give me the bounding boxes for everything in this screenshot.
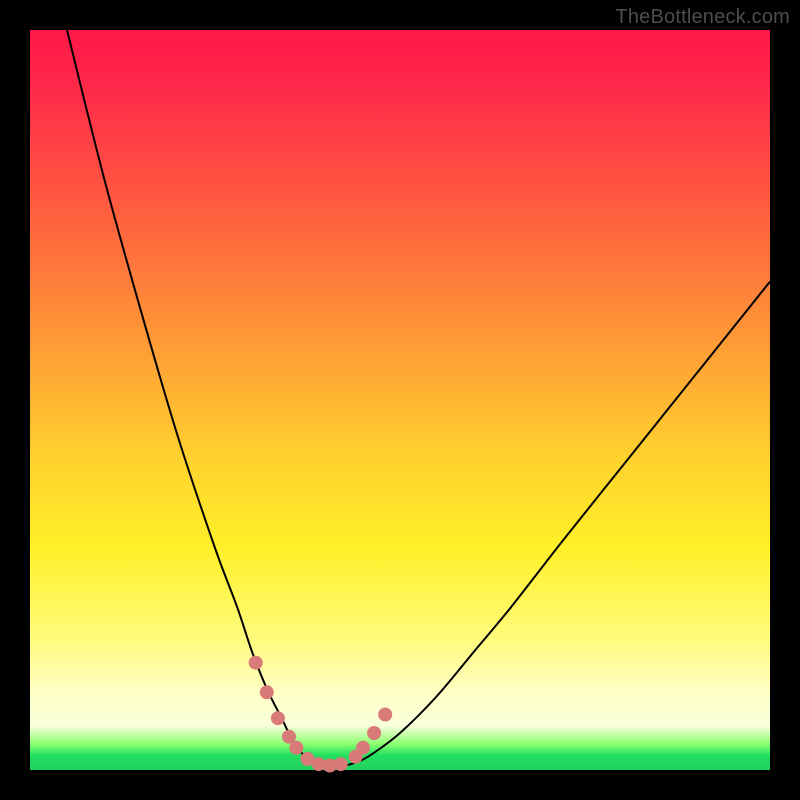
plot-area xyxy=(30,30,770,770)
highlight-marker xyxy=(378,708,392,722)
highlight-marker xyxy=(249,656,263,670)
chart-frame: TheBottleneck.com xyxy=(0,0,800,800)
highlight-marker xyxy=(271,711,285,725)
curve-svg xyxy=(30,30,770,770)
highlight-marker xyxy=(367,726,381,740)
watermark-text: TheBottleneck.com xyxy=(615,6,790,29)
highlight-marker xyxy=(356,741,370,755)
highlight-marker xyxy=(260,685,274,699)
bottleneck-curve xyxy=(67,30,770,767)
highlight-marker xyxy=(334,757,348,771)
highlight-marker xyxy=(289,741,303,755)
